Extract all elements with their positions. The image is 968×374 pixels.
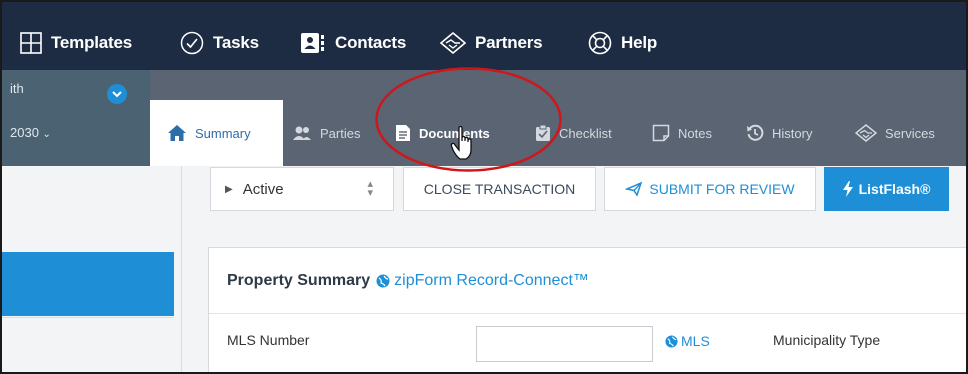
nav-help-label: Help <box>621 33 658 52</box>
tab-checklist-label: Checklist <box>559 125 612 141</box>
lightning-icon <box>842 181 853 197</box>
tab-history-label: History <box>772 125 813 141</box>
sidebar-active-item[interactable] <box>2 252 174 316</box>
templates-icon <box>20 32 42 54</box>
status-value: Active <box>242 180 284 198</box>
property-summary-card: Property Summary zipForm Record-Connect™… <box>208 247 966 372</box>
tab-parties-label: Parties <box>320 125 361 141</box>
note-icon <box>652 124 670 142</box>
agent-year-selector[interactable]: 2030 ⌄ <box>10 125 51 140</box>
tab-notes-label: Notes <box>678 125 712 141</box>
agent-year-value: 2030 <box>10 125 39 140</box>
nav-contacts-label: Contacts <box>335 33 407 52</box>
listflash-button[interactable]: ListFlash® <box>824 167 949 211</box>
agent-panel <box>2 70 150 166</box>
home-icon <box>167 124 187 142</box>
tab-summary-label: Summary <box>195 125 251 141</box>
nav-templates-label: Templates <box>51 33 133 52</box>
listflash-label: ListFlash® <box>858 181 931 197</box>
chevron-down-icon: ⌄ <box>42 129 51 140</box>
tab-history[interactable]: History <box>746 100 812 166</box>
tab-parties[interactable]: Parties <box>292 100 360 166</box>
tab-services-label: Services <box>885 125 935 141</box>
nav-help[interactable]: Help <box>588 28 657 58</box>
mls-lookup-link[interactable]: MLS <box>665 333 710 349</box>
lifebuoy-icon <box>588 31 612 55</box>
handshake-diamond-icon <box>855 124 877 142</box>
contacts-card-icon <box>300 32 326 54</box>
mls-number-input[interactable] <box>476 326 653 362</box>
tab-services[interactable]: Services <box>855 100 935 166</box>
zipform-link-label: zipForm Record-Connect™ <box>394 271 589 289</box>
handshake-diamond-icon <box>440 32 466 54</box>
card-header: Property Summary zipForm Record-Connect™ <box>209 248 966 314</box>
tab-summary[interactable]: Summary <box>150 100 283 166</box>
nav-partners[interactable]: Partners <box>440 28 543 58</box>
zipform-record-connect-link[interactable]: zipForm Record-Connect™ <box>376 272 589 290</box>
app-window: Templates Tasks Contacts Partners Help i… <box>0 0 968 374</box>
updown-arrows-icon: ▴ ▾ <box>367 178 373 199</box>
globe-icon <box>665 334 678 348</box>
agent-name: ith <box>10 81 24 96</box>
play-caret-icon: ▶ <box>225 183 233 195</box>
check-circle-icon <box>180 31 204 55</box>
send-icon <box>625 181 643 197</box>
close-transaction-label: CLOSE TRANSACTION <box>423 181 576 197</box>
sidebar-divider <box>2 317 174 318</box>
submit-for-review-label: SUBMIT FOR REVIEW <box>649 181 795 197</box>
status-select[interactable]: ▶ Active ▴ ▾ <box>210 167 394 211</box>
submit-for-review-button[interactable]: SUBMIT FOR REVIEW <box>604 167 816 211</box>
nav-tasks[interactable]: Tasks <box>180 28 259 58</box>
hand-pointer-icon <box>450 126 472 160</box>
nav-tasks-label: Tasks <box>213 33 259 52</box>
mls-link-label: MLS <box>681 333 710 349</box>
agent-dropdown-icon[interactable] <box>107 84 127 104</box>
mls-number-label: MLS Number <box>227 332 310 348</box>
nav-templates[interactable]: Templates <box>20 28 132 58</box>
municipality-type-label: Municipality Type <box>773 332 881 348</box>
card-title: Property Summary <box>227 271 371 289</box>
globe-icon <box>376 274 390 288</box>
history-icon <box>746 124 764 142</box>
nav-partners-label: Partners <box>475 33 543 52</box>
tab-notes[interactable]: Notes <box>652 100 712 166</box>
users-icon <box>292 125 312 141</box>
nav-contacts[interactable]: Contacts <box>300 28 406 58</box>
